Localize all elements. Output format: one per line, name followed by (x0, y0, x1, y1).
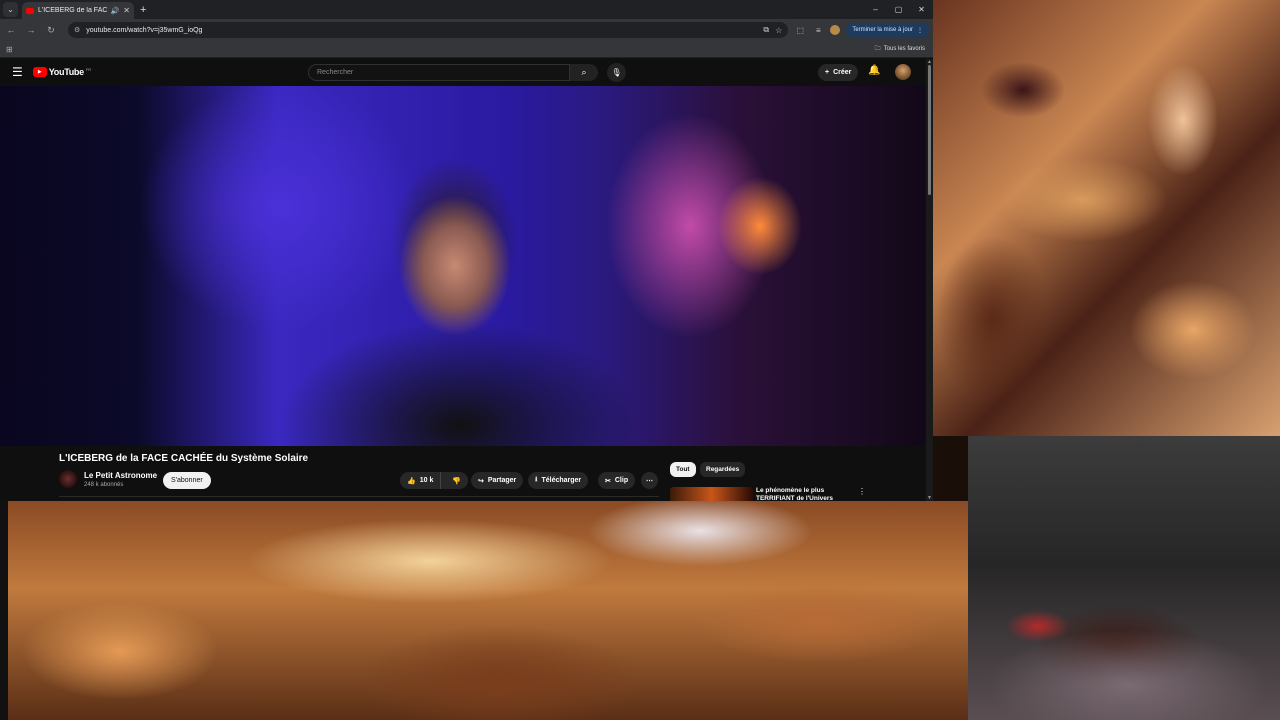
youtube-play-icon: ▶ (32, 67, 47, 77)
speaker-icon[interactable]: 🔊 (111, 7, 120, 15)
search-input[interactable]: Rechercher (308, 64, 570, 81)
update-button-label: Terminer la mise à jour (852, 27, 913, 33)
tab-bar: ⌄ L'ICEBERG de la FACE CACHÉE du Système… (0, 0, 933, 19)
all-bookmarks-label: Tous les favoris (883, 46, 925, 52)
divider (59, 496, 659, 497)
mic-icon: 🎙 (611, 68, 622, 77)
download-icon: ⭳ (535, 476, 538, 483)
download-label: Télécharger (541, 477, 582, 484)
address-bar[interactable]: ⚙ youtube.com/watch?v=j35wmG_ioQg ⧉ ☆ (68, 22, 789, 38)
background-image-right-top (933, 0, 1280, 436)
youtube-logo[interactable]: ▶ YouTube FR (32, 66, 92, 77)
menu-icon[interactable]: ☰ (12, 65, 23, 79)
channel-avatar[interactable] (59, 470, 77, 488)
back-icon[interactable]: ← (4, 25, 18, 35)
youtube-logo-text: YouTube (48, 67, 84, 77)
more-vert-icon: ⋮ (917, 27, 923, 34)
profile-icon[interactable] (830, 25, 841, 35)
create-label: Créer (833, 69, 852, 76)
cast-icon[interactable]: ⧉ (763, 25, 769, 35)
new-tab-button[interactable]: + (140, 4, 146, 16)
dislike-button[interactable]: 👎 (445, 477, 468, 485)
share-label: Partager (487, 477, 517, 484)
youtube-favicon-icon (26, 7, 34, 14)
search-button[interactable]: ⌕ (570, 64, 598, 81)
more-actions-button[interactable]: ⋯ (641, 472, 658, 489)
youtube-masthead: ☰ ▶ YouTube FR Rechercher ⌕ 🎙 + Créer 🔔 (0, 58, 933, 86)
scroll-down-icon[interactable]: ▼ (927, 495, 932, 501)
window-controls: – ▢ ✕ (864, 0, 933, 19)
bell-icon[interactable]: 🔔 (868, 65, 880, 76)
share-button[interactable]: ↪ Partager (471, 472, 524, 489)
search-icon: ⌕ (581, 67, 587, 77)
chip-all[interactable]: Tout (670, 462, 696, 477)
subscribe-button[interactable]: S'abonner (163, 472, 211, 489)
maximize-button[interactable]: ▢ (887, 0, 910, 19)
mic-button[interactable]: 🎙 (607, 63, 626, 82)
tab-search-icon[interactable]: ⌄ (3, 2, 18, 17)
create-button[interactable]: + Créer (818, 64, 859, 81)
close-tab-icon[interactable]: ✕ (123, 6, 130, 15)
apps-grid-icon[interactable]: ⊞ (6, 45, 13, 54)
like-dislike-group: 👍 10 k 👎 (400, 472, 469, 489)
folder-icon: 🗀 (874, 46, 881, 52)
tab-title: L'ICEBERG de la FACE CACHÉE du Système S… (38, 7, 107, 14)
forward-icon[interactable]: → (24, 25, 38, 35)
video-title: L'ICEBERG de la FACE CACHÉE du Système S… (59, 453, 309, 464)
scissors-icon: ✂ (605, 477, 611, 485)
minimize-button[interactable]: – (864, 0, 887, 19)
region-code: FR (85, 66, 92, 72)
background-strip (0, 501, 8, 720)
recommendation-more-icon[interactable]: ⋮ (858, 487, 866, 496)
account-avatar[interactable] (895, 64, 911, 80)
like-count: 10 k (419, 477, 434, 484)
media-control-icon[interactable]: ≡ (812, 26, 824, 35)
recommendation-title[interactable]: Le phénomène le plus TERRIFIANT de l'Uni… (756, 487, 846, 501)
dislike-icon: 👎 (452, 477, 462, 485)
background-image-right-bottom (968, 436, 1280, 720)
scrollbar-thumb[interactable] (928, 65, 931, 195)
site-info-icon[interactable]: ⚙ (74, 26, 80, 34)
clip-button[interactable]: ✂ Clip (598, 472, 636, 489)
all-bookmarks-button[interactable]: 🗀 Tous les favoris (875, 44, 925, 54)
more-icon: ⋯ (646, 477, 653, 485)
bookmark-star-icon[interactable]: ☆ (775, 26, 782, 35)
video-player[interactable] (0, 86, 925, 446)
chip-watched[interactable]: Regardées (700, 462, 746, 477)
channel-name[interactable]: Le Petit Astronome (84, 471, 157, 480)
clip-label: Clip (614, 477, 629, 484)
page-scrollbar[interactable]: ▲ ▼ (926, 59, 933, 501)
plus-icon: + (825, 69, 830, 76)
extensions-icon[interactable]: ⬚ (794, 26, 806, 35)
download-button[interactable]: ⭳ Télécharger (528, 472, 589, 489)
url-text[interactable]: youtube.com/watch?v=j35wmG_ioQg (86, 27, 202, 34)
like-button[interactable]: 👍 10 k (400, 472, 442, 489)
like-icon: 👍 (407, 477, 416, 485)
share-icon: ↪ (478, 477, 484, 485)
tab-youtube[interactable]: L'ICEBERG de la FACE CACHÉE du Système S… (22, 2, 134, 19)
recommendation-thumbnail[interactable] (670, 487, 753, 501)
update-button[interactable]: Terminer la mise à jour ⋮ (846, 23, 929, 37)
background-image-bottom (0, 501, 968, 720)
subscriber-count: 248 k abonnés (84, 482, 124, 488)
browser-toolbar: ← → ↻ ⚙ youtube.com/watch?v=j35wmG_ioQg … (0, 19, 933, 41)
bookmarks-bar: ⊞ 🗀 Tous les favoris (0, 41, 933, 58)
close-window-button[interactable]: ✕ (910, 0, 933, 19)
video-frame[interactable] (0, 86, 925, 446)
browser-window: ⌄ L'ICEBERG de la FACE CACHÉE du Système… (0, 0, 933, 501)
reload-icon[interactable]: ↻ (44, 25, 58, 36)
